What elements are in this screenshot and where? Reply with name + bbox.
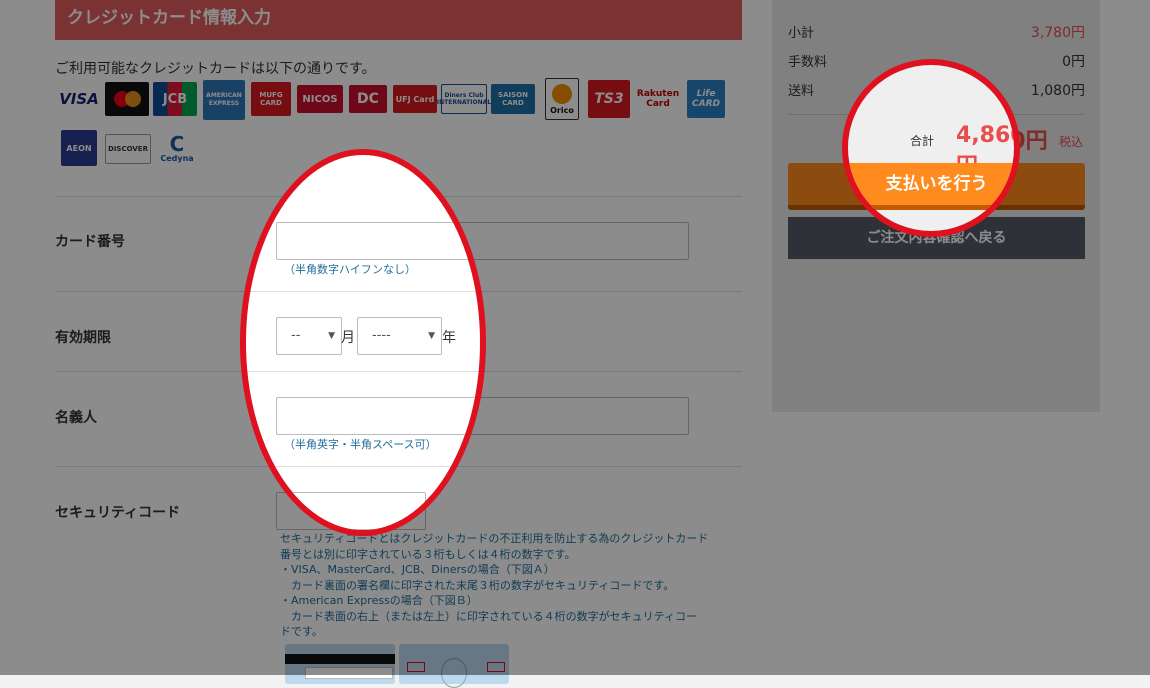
orico-label: Orico — [550, 105, 574, 115]
holder-label: 名義人 — [55, 410, 97, 426]
card-number-input-highlight[interactable] — [276, 222, 480, 260]
fee-label: 手数料 — [788, 55, 828, 70]
expiry-month-select-highlight[interactable]: -- ▼ — [276, 317, 342, 355]
cedyna-label: Cedyna — [160, 153, 194, 163]
cedyna-logo: C Cedyna — [160, 131, 194, 163]
total-and-pay-highlight: 合計 4,860円 支払いを行う — [842, 59, 1020, 237]
help-line: ドです。 — [280, 625, 323, 638]
jcb-logo: JCB — [153, 82, 197, 116]
card-intro-text: ご利用可能なクレジットカードは以下の通りです。 — [55, 61, 376, 77]
aeon-logo: AEON — [61, 130, 97, 166]
help-line: 番号とは別に印字されている３桁もしくは４桁の数字です。 — [280, 547, 576, 561]
ufj-logo: UFJ Card — [393, 85, 437, 113]
subtotal-row: 小計 3,780円 — [788, 22, 1085, 41]
subtotal-value: 3,780円 — [1030, 25, 1085, 41]
nicos-logo: NICOS — [297, 85, 343, 113]
expiry-month-value: -- — [291, 328, 301, 343]
diners-logo: Diners Club INTERNATIONAL — [437, 84, 491, 114]
ts3-logo: TS3 — [588, 80, 630, 118]
chevron-down-icon: ▼ — [328, 331, 335, 341]
help-line: ・American Expressの場合（下図Ｂ） — [280, 594, 478, 607]
pay-button-label: 支払いを行う — [885, 174, 988, 194]
subtotal-label: 小計 — [788, 26, 815, 41]
expiry-year-value: ---- — [372, 328, 391, 343]
section-title: クレジットカード情報入力 — [55, 0, 742, 40]
orico-logo: Orico — [545, 78, 579, 120]
pay-button-highlight[interactable]: 支払いを行う — [848, 163, 1014, 210]
card-number-hint: （半角数字ハイフンなし） — [284, 263, 416, 276]
mufg-logo: MUFG CARD — [251, 82, 291, 116]
card-front-diagram-b — [399, 644, 509, 688]
expiry-label: 有効期限 — [55, 330, 111, 346]
dc-logo: DC — [349, 85, 387, 113]
visa-logo: VISA — [59, 90, 99, 108]
help-line: ・VISA、MasterCard、JCB、Dinersの場合（下図Ａ） — [280, 563, 555, 576]
year-unit: 年 — [442, 330, 456, 346]
help-line: カード裏面の署名欄に印字された末尾３桁の数字がセキュリティコードです。 — [280, 578, 675, 592]
saison-logo: SAISON CARD — [491, 84, 535, 114]
card-number-label: カード番号 — [55, 234, 125, 250]
chevron-down-icon: ▼ — [428, 331, 435, 341]
form-inputs-highlight: （半角数字ハイフンなし） -- ▼ 月 ---- ▼ 年 （半角英字・半角スペー… — [240, 149, 486, 536]
help-line: カード表面の右上（または左上）に印字されている４桁の数字がセキュリティコー — [280, 609, 698, 623]
fee-value: 0円 — [1062, 54, 1085, 70]
mastercard-logo — [105, 82, 149, 116]
holder-name-input-highlight[interactable] — [276, 397, 480, 435]
expiry-year-select-highlight[interactable]: ---- ▼ — [357, 317, 442, 355]
security-code-help: セキュリティコードとはクレジットカードの不正利用を防止する為のクレジットカード … — [280, 531, 730, 640]
card-back-diagram-a — [285, 644, 395, 684]
security-code-input-highlight[interactable] — [276, 492, 426, 530]
shipping-value: 1,080円 — [1030, 83, 1085, 99]
holder-hint: （半角英字・半角スペース可） — [284, 438, 437, 451]
month-unit: 月 — [341, 330, 355, 346]
shipping-label: 送料 — [788, 84, 815, 99]
total-label: 合計 — [910, 134, 935, 148]
discover-logo: DISCOVER — [105, 134, 151, 164]
tax-included-note: 税込 — [1059, 135, 1084, 149]
security-code-label: セキュリティコード — [55, 505, 181, 521]
lifecard-logo: Life CARD — [687, 80, 725, 118]
rakuten-logo: Rakuten Card — [636, 89, 680, 109]
amex-logo: AMERICAN EXPRESS — [203, 80, 245, 120]
